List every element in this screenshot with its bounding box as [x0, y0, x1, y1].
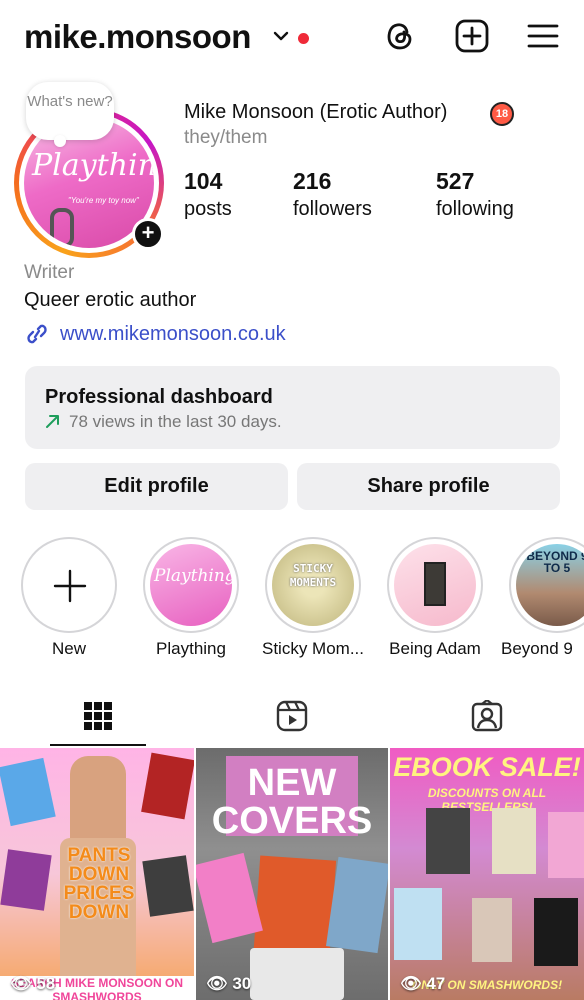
book-cover: [472, 898, 512, 962]
following-count[interactable]: 527 following: [436, 168, 514, 221]
avatar-cover-title: Plaything: [32, 148, 154, 183]
book-cover: [141, 752, 194, 820]
highlight-label: Beyond 9: [501, 639, 573, 658]
menu-icon[interactable]: [525, 18, 561, 54]
highlight-label: New: [51, 639, 86, 658]
highlight-cover: [394, 544, 476, 626]
book-cover: [548, 812, 584, 878]
followers-label: followers: [293, 198, 372, 220]
highlight-label: Plaything: [156, 639, 226, 658]
views-count: 47: [426, 974, 446, 993]
chain-graphic: [50, 208, 74, 248]
grid-icon[interactable]: [82, 700, 114, 732]
highlight-cover: STICKY MOMENTS: [272, 544, 354, 626]
highlight-cover: Plaything: [150, 544, 232, 626]
model-graphic: [70, 756, 126, 846]
highlight-new-circle: [21, 537, 117, 633]
tagged-icon[interactable]: [471, 700, 503, 732]
link-icon: [27, 324, 47, 344]
bio-text: Queer erotic author: [24, 289, 197, 311]
post-thumbnail[interactable]: EBOOK SALE! DISCOUNTS ON ALL BESTSELLERS…: [390, 748, 584, 1000]
highlight-cover-text: STICKY MOMENTS: [289, 562, 337, 589]
highlight-cover: BEYOND 9 TO 5: [516, 544, 584, 626]
age-restriction-badge: 18: [490, 102, 514, 126]
profile-category: Writer: [24, 262, 75, 283]
posts-count[interactable]: 104 posts: [184, 168, 232, 221]
post-views: 👁 47: [400, 974, 446, 993]
following-value: 527: [436, 168, 475, 194]
post-views: 👁 30: [206, 974, 252, 993]
active-tab-indicator: [50, 744, 146, 746]
avatar-cover-tagline: "You're my toy now": [68, 196, 139, 205]
create-post-icon[interactable]: [454, 18, 490, 54]
profile-header: mike.monsoon: [0, 0, 584, 80]
post-thumbnail[interactable]: PANTS DOWN PRICES DOWN SEARCH MIKE MONSO…: [0, 748, 194, 1000]
edit-profile-button[interactable]: Edit profile: [25, 463, 288, 510]
pronouns: they/them: [184, 127, 268, 148]
reels-icon[interactable]: [276, 700, 308, 732]
dashboard-subtitle: 78 views in the last 30 days.: [69, 412, 282, 431]
dashboard-title: Professional dashboard: [45, 386, 273, 408]
post-headline: NEW COVERS: [211, 762, 373, 842]
chevron-down-icon[interactable]: [272, 27, 290, 45]
following-label: following: [436, 198, 514, 220]
posts-label: posts: [184, 198, 232, 220]
add-story-button[interactable]: +: [132, 218, 164, 250]
posts-value: 104: [184, 168, 223, 194]
post-thumbnail[interactable]: NEW COVERS 👁 30: [196, 748, 388, 1000]
book-cover: [196, 852, 263, 944]
followers-value: 216: [293, 168, 332, 194]
post-views: 👁 58: [10, 974, 56, 993]
book-cover: [426, 808, 470, 874]
profile-tabs: [0, 690, 584, 748]
post-headline: EBOOK SALE!: [393, 752, 581, 782]
highlight-label: Being Adam: [389, 639, 481, 658]
highlight-label: Sticky Mom...: [261, 639, 364, 658]
book-graphic: [424, 562, 446, 606]
share-profile-button[interactable]: Share profile: [297, 463, 560, 510]
posts-grid: PANTS DOWN PRICES DOWN SEARCH MIKE MONSO…: [0, 748, 584, 1000]
professional-dashboard[interactable]: Professional dashboard 78 views in the l…: [25, 366, 560, 449]
website-link-text[interactable]: www.mikemonsoon.co.uk: [60, 323, 286, 346]
book-cover: [492, 808, 536, 874]
highlight-cover-text: Plaything: [154, 566, 232, 586]
plus-icon: [53, 569, 87, 603]
display-name: Mike Monsoon (Erotic Author): [184, 101, 448, 123]
post-headline: PANTS DOWN PRICES DOWN: [63, 845, 135, 923]
highlight-cover-text: BEYOND 9 TO 5: [526, 549, 584, 575]
threads-icon[interactable]: [382, 18, 418, 54]
book-cover: [0, 757, 56, 827]
views-count: 58: [36, 974, 56, 993]
post-subline: DISCOUNTS ON ALL BESTSELLERS!: [427, 786, 547, 814]
trend-up-icon: [46, 415, 59, 428]
notification-dot: [298, 33, 309, 44]
username[interactable]: mike.monsoon: [24, 18, 251, 56]
book-cover: [534, 898, 578, 966]
followers-count[interactable]: 216 followers: [293, 168, 372, 221]
book-cover: [394, 888, 442, 960]
note-bubble[interactable]: What's new?: [26, 82, 114, 147]
views-count: 30: [232, 974, 252, 993]
